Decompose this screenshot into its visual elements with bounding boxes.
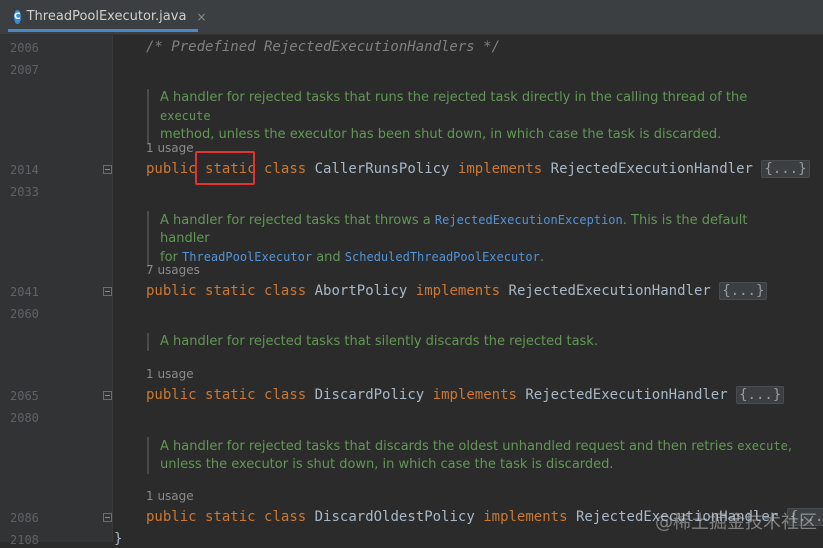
class-declaration-abortpolicy: public static class AbortPolicy implemen…: [146, 282, 768, 300]
javadoc-line: for ThreadPoolExecutor and ScheduledThre…: [160, 250, 545, 265]
javadoc-link[interactable]: RejectedExecutionException: [435, 213, 623, 227]
line-number: 2033: [10, 185, 39, 199]
watermark: @稀土掘金技术社区: [655, 512, 817, 533]
line-number: 2007: [10, 63, 39, 77]
usage-hint[interactable]: 1 usage: [146, 141, 194, 155]
line-number: 2041: [10, 285, 39, 299]
fold-toggle-icon[interactable]: [103, 165, 112, 174]
fold-toggle-icon[interactable]: [103, 391, 112, 400]
gutter-divider: [112, 35, 113, 542]
fold-toggle-icon[interactable]: [103, 513, 112, 522]
tab-threadpoolexecutor[interactable]: C ThreadPoolExecutor.java ×: [8, 4, 207, 32]
line-number: 2080: [10, 411, 39, 425]
javadoc-link[interactable]: ScheduledThreadPoolExecutor: [345, 250, 540, 264]
folded-code[interactable]: {...}: [736, 386, 785, 404]
javadoc-line: A handler for rejected tasks that runs t…: [160, 90, 748, 123]
javadoc-block: A handler for rejected tasks that runs t…: [147, 89, 800, 144]
line-number: 2065: [10, 389, 39, 403]
javadoc-line: A handler for rejected tasks that throws…: [160, 213, 748, 246]
javadoc-block: A handler for rejected tasks that throws…: [147, 211, 800, 267]
closing-brace: }: [114, 531, 123, 547]
folded-code[interactable]: {...}: [719, 282, 768, 300]
line-number: 2006: [10, 41, 39, 55]
usage-hint[interactable]: 1 usage: [146, 489, 194, 503]
highlight-box: [195, 151, 255, 185]
line-number: 2014: [10, 163, 39, 177]
javadoc-block: A handler for rejected tasks that silent…: [147, 333, 800, 351]
javadoc-line: A handler for rejected tasks that discar…: [160, 439, 792, 454]
class-declaration-discardpolicy: public static class DiscardPolicy implem…: [146, 386, 785, 404]
fold-toggle-icon[interactable]: [103, 287, 112, 296]
usage-hint[interactable]: 1 usage: [146, 367, 194, 381]
javadoc-link[interactable]: ThreadPoolExecutor: [182, 250, 312, 264]
line-number: 2060: [10, 307, 39, 321]
java-class-icon: C: [14, 9, 21, 24]
line-number: 2108: [10, 533, 39, 547]
usage-hint[interactable]: 7 usages: [146, 263, 200, 277]
close-icon[interactable]: ×: [196, 10, 206, 24]
line-number: 2086: [10, 511, 39, 525]
editor-tab-bar: C ThreadPoolExecutor.java ×: [0, 0, 823, 35]
code-comment: /* Predefined RejectedExecutionHandlers …: [146, 39, 501, 55]
javadoc-line: A handler for rejected tasks that silent…: [160, 334, 598, 349]
javadoc-line: method, unless the executor has been shu…: [160, 127, 722, 142]
javadoc-line: unless the executor is shut down, in whi…: [160, 457, 614, 472]
tab-title: ThreadPoolExecutor.java: [26, 9, 187, 24]
javadoc-block: A handler for rejected tasks that discar…: [147, 437, 800, 474]
folded-code[interactable]: {...}: [761, 160, 810, 178]
